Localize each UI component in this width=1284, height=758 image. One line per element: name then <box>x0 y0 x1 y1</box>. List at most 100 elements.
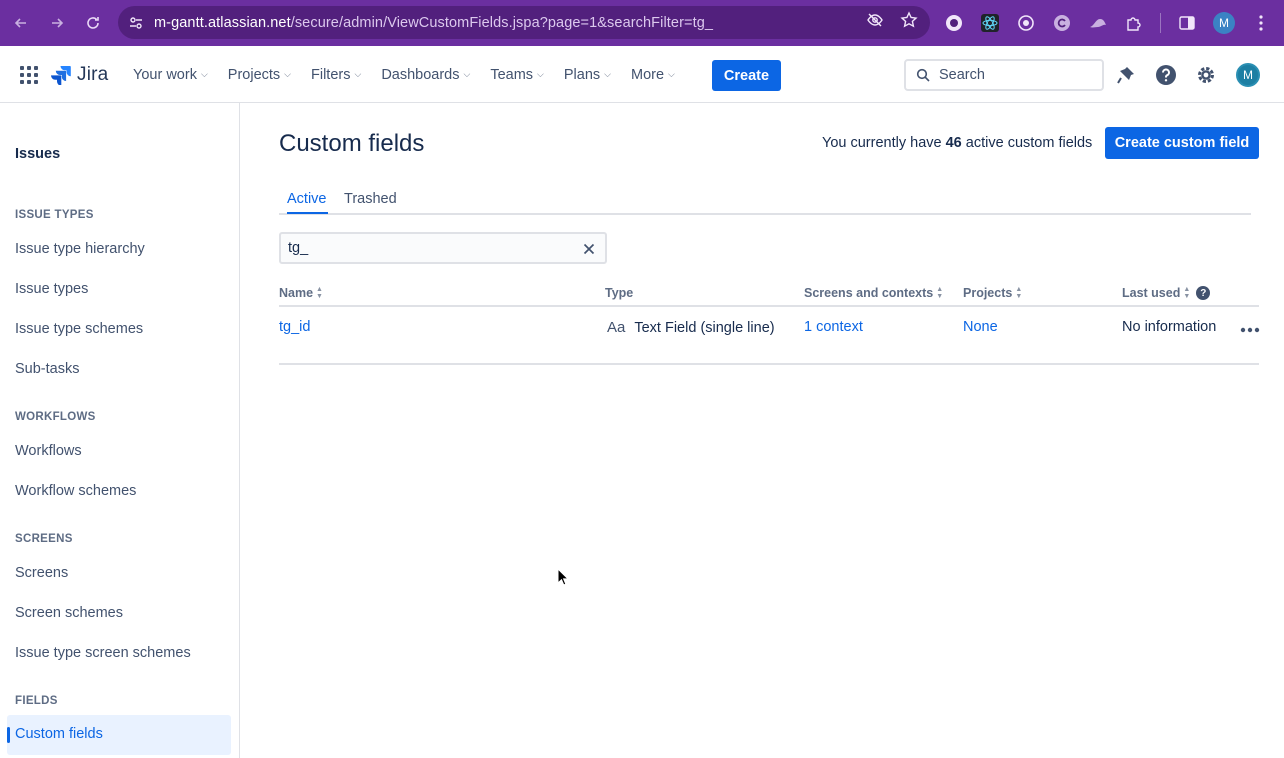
kebab-menu-icon[interactable] <box>1251 13 1271 33</box>
create-custom-field-button[interactable]: Create custom field <box>1105 127 1259 159</box>
extension-3-icon[interactable] <box>1016 13 1036 33</box>
extension-5-icon[interactable] <box>1088 13 1108 33</box>
notifications-icon[interactable] <box>1115 64 1137 86</box>
nav-label: Filters <box>311 66 351 83</box>
sidebar-item-sub-tasks[interactable]: Sub-tasks <box>15 361 79 377</box>
sidebar-item-screen-schemes[interactable]: Screen schemes <box>15 605 123 621</box>
field-name-link[interactable]: tg_id <box>279 319 310 335</box>
sidebar-item-issue-type-hierarchy[interactable]: Issue type hierarchy <box>15 241 145 257</box>
forward-icon[interactable] <box>39 0 75 46</box>
nav-filters[interactable]: Filters ⌵ <box>311 67 361 83</box>
sidebar-item-label: Custom fields <box>15 726 103 742</box>
jira-logo[interactable]: Jira <box>51 64 108 86</box>
jira-logo-icon <box>51 66 71 85</box>
sidebar-item-screens[interactable]: Screens <box>15 565 68 581</box>
settings-gear-icon[interactable] <box>1195 64 1217 86</box>
extension-1-icon[interactable] <box>944 13 964 33</box>
site-settings-icon[interactable] <box>118 15 154 31</box>
search-input[interactable]: Search <box>904 59 1104 91</box>
sidebar-title: Issues <box>15 146 61 162</box>
section-workflows: WORKFLOWS <box>15 411 96 423</box>
eye-off-icon[interactable] <box>866 11 884 34</box>
chevron-down-icon: ⌵ <box>200 69 208 79</box>
mouse-cursor-icon <box>557 567 570 591</box>
nav-your-work[interactable]: Your work ⌵ <box>133 67 208 83</box>
admin-sidebar: Issues ISSUE TYPES Issue type hierarchy … <box>0 103 240 758</box>
section-screens: SCREENS <box>15 533 73 545</box>
column-header-projects[interactable]: Projects ▲ ▼ <box>963 286 1022 300</box>
extensions-puzzle-icon[interactable] <box>1124 13 1144 33</box>
section-fields: FIELDS <box>15 695 58 707</box>
create-button[interactable]: Create <box>712 60 781 91</box>
column-label: Screens and contexts <box>804 286 934 300</box>
url-text: m-gantt.atlassian.net/secure/admin/ViewC… <box>154 14 714 31</box>
column-label: Type <box>605 286 634 300</box>
active-count: 46 <box>945 135 962 151</box>
search-placeholder: Search <box>939 67 985 83</box>
chevron-down-icon: ⌵ <box>284 69 291 79</box>
column-header-last-used[interactable]: Last used ▲ ▼? <box>1122 286 1211 300</box>
sidebar-item-issue-types[interactable]: Issue types <box>15 281 88 297</box>
field-type-label: Text Field (single line) <box>634 319 775 336</box>
sidebar-item-issue-type-screen-schemes[interactable]: Issue type screen schemes <box>15 645 191 661</box>
search-icon <box>916 68 930 82</box>
active-count-note: You currently have 46 active custom fiel… <box>822 135 1092 151</box>
sort-icon: ▲ ▼ <box>936 286 944 300</box>
column-header-name[interactable]: Name ▲ ▼ <box>279 286 323 300</box>
more-actions-icon[interactable] <box>1240 317 1260 338</box>
nav-teams[interactable]: Teams ⌵ <box>490 67 544 83</box>
nav-plans[interactable]: Plans ⌵ <box>564 67 611 83</box>
chevron-down-icon: ⌵ <box>537 69 544 79</box>
nav-label: More <box>630 66 665 83</box>
sidebar-item-custom-fields[interactable]: Custom fields <box>7 715 231 755</box>
column-header-screens-contexts[interactable]: Screens and contexts ▲ ▼ <box>804 286 943 300</box>
text-field-icon: Aa <box>607 319 626 336</box>
sort-icon: ▲ ▼ <box>316 286 323 300</box>
app-switcher-icon[interactable] <box>19 65 39 85</box>
address-bar[interactable]: m-gantt.atlassian.net/secure/admin/ViewC… <box>118 6 930 39</box>
tab-indicator <box>287 212 328 214</box>
projects-link[interactable]: None <box>963 319 998 335</box>
jira-top-nav: Jira Your work ⌵ Projects ⌵ Filters ⌵ Dashb… <box>0 46 1284 103</box>
bookmark-star-icon[interactable] <box>900 11 918 34</box>
section-issue-types: ISSUE TYPES <box>15 209 94 221</box>
nav-dashboards[interactable]: Dashboards ⌵ <box>381 67 470 83</box>
chevron-down-icon: ⌵ <box>604 69 611 79</box>
reload-icon[interactable] <box>75 0 111 46</box>
sidebar-item-workflow-schemes[interactable]: Workflow schemes <box>15 483 136 499</box>
header-divider <box>279 305 1259 307</box>
browser-toolbar: m-gantt.atlassian.net/secure/admin/ViewC… <box>0 0 1284 46</box>
nav-label: Plans <box>563 66 601 83</box>
sidebar-item-workflows[interactable]: Workflows <box>15 443 82 459</box>
last-used-value: No information <box>1122 319 1217 335</box>
tab-active[interactable]: Active <box>287 191 327 207</box>
contexts-link[interactable]: 1 context <box>804 319 863 335</box>
tab-list: Active Trashed <box>279 190 1251 215</box>
user-avatar[interactable]: M <box>1236 63 1260 87</box>
note-prefix: You currently have <box>822 135 942 151</box>
sidebar-item-issue-type-schemes[interactable]: Issue type schemes <box>15 321 143 337</box>
profile-avatar[interactable]: M <box>1213 12 1235 34</box>
sort-icon: ▲ ▼ <box>1015 286 1023 300</box>
extension-4-icon[interactable] <box>1052 13 1072 33</box>
filter-input[interactable]: tg_ <box>279 232 607 264</box>
sort-icon: ▲ ▼ <box>1183 286 1191 300</box>
column-header-type: Type <box>605 286 633 300</box>
column-label: Name <box>279 286 314 300</box>
clear-filter-icon[interactable] <box>583 239 595 259</box>
nav-label: Your work <box>133 66 197 83</box>
nav-more[interactable]: More ⌵ <box>631 67 675 83</box>
nav-label: Projects <box>227 66 281 83</box>
nav-projects[interactable]: Projects ⌵ <box>228 67 291 83</box>
help-icon[interactable] <box>1155 64 1177 86</box>
back-icon[interactable] <box>3 0 39 46</box>
side-panel-icon[interactable] <box>1177 13 1197 33</box>
column-label: Projects <box>963 286 1013 300</box>
chevron-down-icon: ⌵ <box>354 69 362 79</box>
tab-trashed[interactable]: Trashed <box>344 191 397 207</box>
question-icon[interactable]: ? <box>1196 286 1211 300</box>
filter-value: tg_ <box>288 240 309 256</box>
react-devtools-icon[interactable] <box>980 13 1000 33</box>
chevron-down-icon: ⌵ <box>463 69 471 79</box>
page-title: Custom fields <box>279 130 425 157</box>
